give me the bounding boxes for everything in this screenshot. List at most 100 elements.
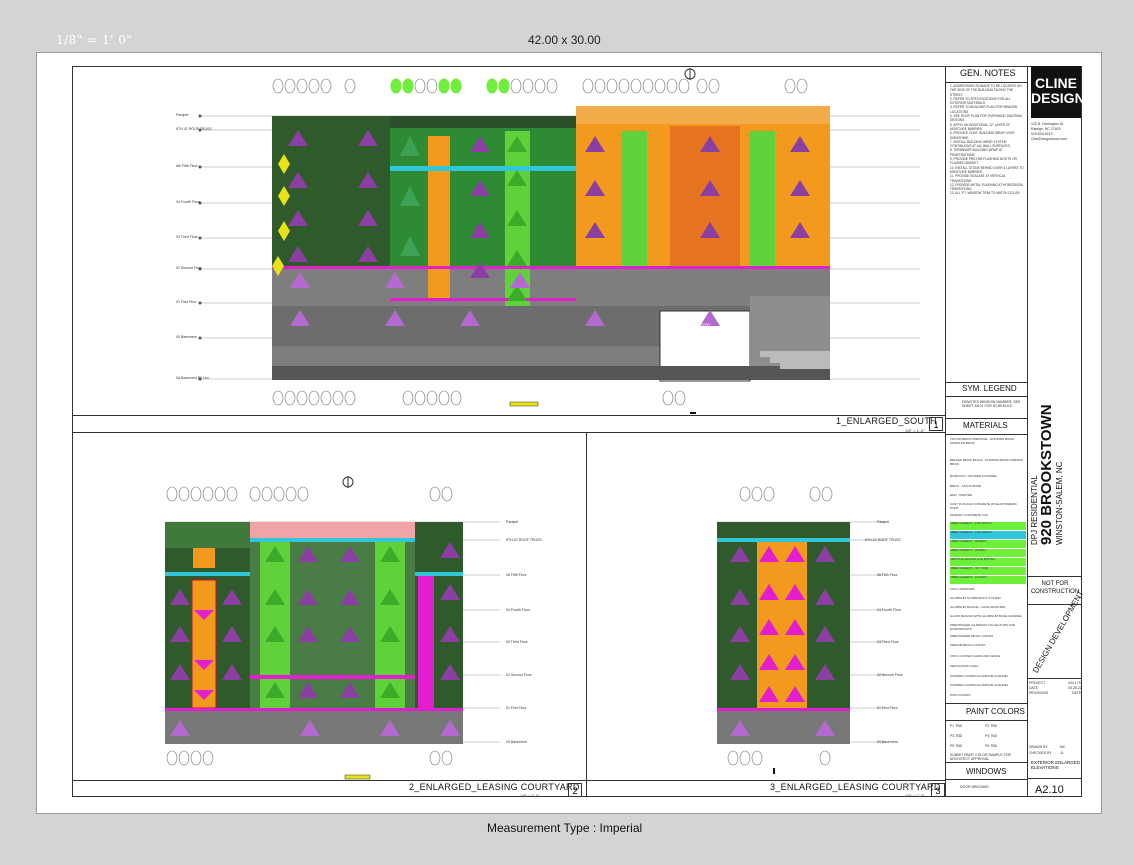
rule: [1027, 678, 1082, 679]
auto-entry-label: AUTO ENTRY: [685, 322, 711, 327]
material-item: ALUMINUM STOREFRONT SYSTEM: [950, 596, 1001, 600]
logo-line-2: DESIGN: [1031, 90, 1085, 106]
rule: [945, 703, 1027, 704]
material-item: VINYL COATED CHAIN LINK FENCE: [950, 654, 1001, 658]
rule: [945, 382, 1027, 383]
note: 9. PROVIDE PRE-FAB FLASHING BOOTS OR FLA…: [950, 157, 1017, 166]
material-item: GLASS RAILING WITH ALUMINUM BASE CHANNEL: [950, 614, 1023, 618]
south-elevation-drawing[interactable]: AUTO ENTRY: [160, 66, 930, 416]
checked-by-label: CHECKED BY: [1029, 751, 1052, 755]
note: 2. REFER TO SPECIFICATIONS FOR ALL EXTER…: [950, 96, 1011, 106]
general-notes-list: 1. ADDRESSING SIGNAGE TO BE LOCATED ON T…: [950, 84, 1025, 196]
title-rule: [72, 780, 945, 781]
note: 5. APPLY AN ADDITIONAL 12" LAYER OF MOIS…: [950, 122, 1011, 131]
material-item: VINYL WINDOWS: [950, 587, 975, 591]
material-item: FIBER CEMENT - PANELS: [950, 539, 1026, 548]
note: 13. ALL P.T. WINDOW TRIM TO MATCH COLOR.: [950, 191, 1021, 196]
project-no-label: PROJECT: [1029, 681, 1046, 685]
paint-item: P4 TBD: [985, 734, 998, 738]
note: 11. PROVIDE SEALANT AT VERTICAL TRANSITI…: [950, 174, 1006, 183]
level-label: 6TH LE ROOF TRUSS: [865, 538, 901, 542]
courtyard-left-drawing[interactable]: [150, 470, 580, 780]
revisions-value: DATE: [1072, 691, 1082, 695]
revisions-label: REVISIONS: [1029, 691, 1049, 695]
drawn-by-value: MC: [1060, 745, 1066, 749]
level-label: 06 Fifth Floor: [506, 573, 527, 577]
drawn-by-label: DRAWN BY: [1029, 745, 1048, 749]
note: 7. INSTALL BUILDING WRAP SYSTEM CONTINUO…: [950, 139, 1011, 149]
project-name: DPJ RESIDENTIAL 920 BROOKSTOWN WINSTON-S…: [1030, 404, 1064, 545]
rule: [1027, 576, 1082, 577]
windows-text: DOOR BRIDGING: [960, 785, 989, 789]
courtyard-right-drawing[interactable]: [715, 470, 935, 780]
level-label: 00 Basement: [877, 740, 898, 744]
material-item: FIBER CEMENT - LAP SIDING: [950, 521, 1026, 530]
level-label: Parapet: [506, 520, 519, 524]
sheet-number: A2.10: [1035, 784, 1064, 796]
note: 10. INSTALL STONE BEHIND OVER 3 LAYERS T…: [950, 165, 1024, 174]
gen-notes-title: GEN. NOTES: [960, 68, 1016, 78]
level-label: 04 Fourth Floor: [176, 200, 200, 204]
paint-item: P3 TBD: [950, 734, 963, 738]
material-item: FIBER CEMENT - LAP SIDING: [950, 530, 1026, 539]
material-item: PREFINISHED ALUMINUM COLLECTORS AND DOWN…: [950, 623, 1015, 631]
sym-legend-text: DENOTES WINDOW NUMBER. SEE SHEET A6.01 F…: [962, 400, 1021, 408]
level-label: 01 First Floor: [176, 300, 197, 304]
note: 12. PROVIDE METAL FLASHING AT HORIZONTAL…: [950, 182, 1024, 192]
rule: [945, 418, 1027, 419]
paint-item: P2 TBD: [985, 724, 998, 728]
view-number-courtyard-left: 2: [568, 783, 582, 797]
note: 3. REFER TO BUILDING PLAN FOR WINDOW LOC…: [950, 105, 1018, 114]
sym-legend-title: SYM. LEGEND: [962, 384, 1017, 393]
view-number-courtyard-right: 3: [931, 783, 945, 797]
level-label: Parapet: [176, 113, 189, 117]
rule: [945, 434, 1027, 435]
view-scale-courtyard-left: 1/8" = 1'-0": [520, 793, 540, 798]
view-divider: [72, 432, 945, 433]
material-item: FIBER CEMENT - ACCENT: [950, 575, 1026, 584]
view-scale-courtyard-right: 1/8" = 1'-0": [905, 793, 925, 798]
date-value: 03.28.22: [1068, 686, 1082, 690]
material-item: POWDER COATED ALUMINUM CHANNEL: [950, 674, 1009, 678]
date-label: DATE: [1029, 686, 1039, 690]
level-label: 00 Basement: [176, 335, 197, 339]
scale-label: 1/8" = 1' 0": [56, 33, 133, 47]
rule: [945, 720, 1027, 721]
view-title-courtyard-right: 3_ENLARGED_LEASING COURTYARD: [770, 782, 941, 792]
level-label: 6th Fifth Floor: [176, 164, 198, 168]
paint-item: P1 TBD: [950, 724, 963, 728]
project-no-value: 424.176: [1068, 681, 1081, 685]
level-label: 01 First Floor: [506, 706, 527, 710]
note: 1. ADDRESSING SIGNAGE TO BE LOCATED ON T…: [950, 84, 1022, 97]
view-scale-south: 1/8" = 1'-0": [905, 428, 925, 433]
level-label: 02 Second Floor: [176, 266, 202, 270]
material-item: PREFAB METAL CANOPY: [950, 643, 986, 647]
level-label: 01 First Floor: [877, 706, 898, 710]
level-label: 6TH LE ROOF TRUSS: [506, 538, 542, 542]
level-label: 04 Fourth Floor: [877, 608, 901, 612]
rule: [945, 779, 1027, 780]
level-label: 6TH LE ROOF TRUSS: [176, 127, 212, 131]
firm-address: 125 N. Harrington St. Raleigh, NC 27603 …: [1031, 122, 1081, 142]
material-item: PATIO DOORS: [950, 693, 971, 697]
paint-item: P6 TBD: [985, 744, 998, 748]
note: 8. TERMINATE BUILDING WRAP AT PENETRATIO…: [950, 148, 1003, 157]
material-item: TAYLOR BRICK PRESTIGE - RUNNING BOND MOD…: [950, 437, 1014, 445]
rule: [945, 396, 1027, 397]
level-label: 00 Basement: [506, 740, 527, 744]
level-label: 03 Third Floor: [176, 235, 198, 239]
sheet-size-label: 42.00 x 30.00: [528, 33, 601, 47]
level-label: 02 Second Floor: [506, 673, 532, 677]
level-label: 06 Fifth Floor: [877, 573, 898, 577]
level-label: 02 Second Floor: [877, 673, 903, 677]
logo-line-1: CLINE: [1035, 75, 1077, 91]
view-title-courtyard-left: 2_ENLARGED_LEASING COURTYARD: [409, 782, 580, 792]
material-item: BRICK - STACK BOND: [950, 484, 982, 488]
material-item: PREFINISHED METAL COPING: [950, 634, 994, 638]
material-item: CAST IN PLACE CONCRETE W/ ELASTOMERIC PA…: [950, 502, 1017, 510]
materials-title: MATERIALS: [963, 421, 1008, 430]
paint-note: SUBMIT PAINT COLOR SAMPLE FOR ARCHITECT …: [950, 753, 1012, 761]
note: 4. SEE ROOF PLAN FOR OVERHANG DIAGRAM DE…: [950, 114, 1022, 123]
material-item: VENTILATION GRILL: [950, 664, 979, 668]
level-label: Parapet: [877, 520, 890, 524]
